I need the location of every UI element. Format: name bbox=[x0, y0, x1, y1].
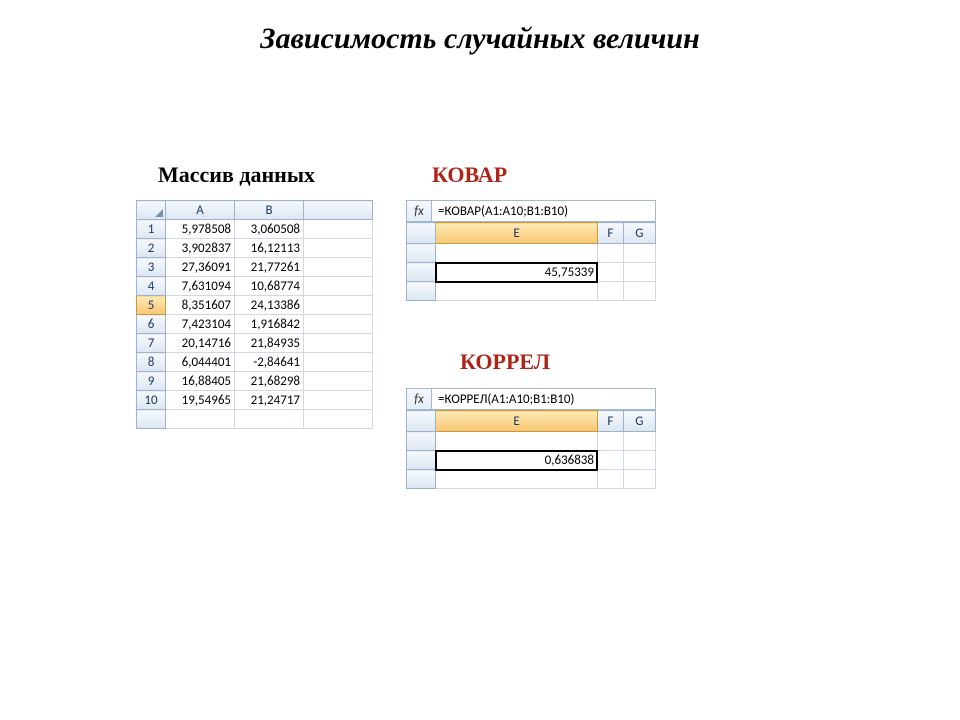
cell-a[interactable]: 7,631094 bbox=[166, 277, 235, 296]
row-header[interactable]: 7 bbox=[137, 334, 166, 353]
table-row: 916,8840521,68298 bbox=[137, 372, 373, 391]
cell-b[interactable]: 24,13386 bbox=[235, 296, 304, 315]
cell-b[interactable]: 21,84935 bbox=[235, 334, 304, 353]
table-row: 720,1471621,84935 bbox=[137, 334, 373, 353]
page-title: Зависимость случайных величин bbox=[0, 22, 960, 56]
row-header[interactable]: 9 bbox=[137, 372, 166, 391]
kovar-sheet: E F G 45,75339 bbox=[406, 222, 656, 301]
col-header-e[interactable]: E bbox=[436, 411, 598, 432]
row-header[interactable]: 4 bbox=[137, 277, 166, 296]
row-header[interactable]: 6 bbox=[137, 315, 166, 334]
formula-bar-kovar: fx =КОВАР(A1:A10;B1:B10) bbox=[406, 200, 656, 222]
formula-input-kovar[interactable]: =КОВАР(A1:A10;B1:B10) bbox=[432, 201, 655, 221]
table-row: 1019,5496521,24717 bbox=[137, 391, 373, 410]
row-header[interactable]: 8 bbox=[137, 353, 166, 372]
cell-a[interactable]: 20,14716 bbox=[166, 334, 235, 353]
row-header[interactable]: 10 bbox=[137, 391, 166, 410]
col-header-g[interactable]: G bbox=[623, 223, 655, 244]
table-row: 23,90283716,12113 bbox=[137, 239, 373, 258]
cell-a[interactable]: 8,351607 bbox=[166, 296, 235, 315]
cell-a[interactable]: 5,978508 bbox=[166, 220, 235, 239]
cell-a[interactable]: 6,044401 bbox=[166, 353, 235, 372]
cell-a[interactable]: 3,902837 bbox=[166, 239, 235, 258]
table-row: 47,63109410,68774 bbox=[137, 277, 373, 296]
row-header-empty bbox=[137, 410, 166, 429]
row-header[interactable]: 3 bbox=[137, 258, 166, 277]
col-header-a[interactable]: A bbox=[166, 201, 235, 220]
cell-b[interactable]: 21,68298 bbox=[235, 372, 304, 391]
korrel-sheet: E F G 0,636838 bbox=[406, 410, 656, 489]
row-header[interactable]: 1 bbox=[137, 220, 166, 239]
cell-b[interactable]: 16,12113 bbox=[235, 239, 304, 258]
formula-input-korrel[interactable]: =КОРРЕЛ(A1:A10;B1:B10) bbox=[432, 389, 655, 409]
cell-b[interactable]: -2,84641 bbox=[235, 353, 304, 372]
row-header[interactable]: 5 bbox=[137, 296, 166, 315]
cell-b[interactable]: 1,916842 bbox=[235, 315, 304, 334]
korrel-result-cell[interactable]: 0,636838 bbox=[436, 451, 598, 470]
cell-a[interactable]: 16,88405 bbox=[166, 372, 235, 391]
table-row: 86,044401-2,84641 bbox=[137, 353, 373, 372]
row-stub bbox=[407, 411, 436, 432]
col-header-g[interactable]: G bbox=[623, 411, 655, 432]
cell-b[interactable]: 21,24717 bbox=[235, 391, 304, 410]
label-data-array: Массив данных bbox=[158, 162, 315, 188]
row-stub bbox=[407, 223, 436, 244]
col-header-e[interactable]: E bbox=[436, 223, 598, 244]
label-kovar: КОВАР bbox=[432, 162, 507, 188]
kovar-result-cell[interactable]: 45,75339 bbox=[436, 263, 598, 282]
col-header-f[interactable]: F bbox=[597, 411, 623, 432]
korrel-block: fx =КОРРЕЛ(A1:A10;B1:B10) E F G 0,636838 bbox=[406, 388, 656, 489]
fx-icon[interactable]: fx bbox=[407, 201, 432, 221]
row-header[interactable]: 2 bbox=[137, 239, 166, 258]
label-korrel: КОРРЕЛ bbox=[460, 349, 550, 375]
cell-b[interactable]: 10,68774 bbox=[235, 277, 304, 296]
formula-bar-korrel: fx =КОРРЕЛ(A1:A10;B1:B10) bbox=[406, 388, 656, 410]
table-row: 15,9785083,060508 bbox=[137, 220, 373, 239]
col-header-b[interactable]: B bbox=[235, 201, 304, 220]
cell-b[interactable]: 21,77261 bbox=[235, 258, 304, 277]
col-header-empty bbox=[304, 201, 373, 220]
table-row: 327,3609121,77261 bbox=[137, 258, 373, 277]
table-row: 67,4231041,916842 bbox=[137, 315, 373, 334]
col-header-f[interactable]: F bbox=[597, 223, 623, 244]
data-spreadsheet: A B 15,9785083,06050823,90283716,1211332… bbox=[136, 200, 373, 429]
table-row: 58,35160724,13386 bbox=[137, 296, 373, 315]
fx-icon[interactable]: fx bbox=[407, 389, 432, 409]
cell-a[interactable]: 7,423104 bbox=[166, 315, 235, 334]
cell-a[interactable]: 27,36091 bbox=[166, 258, 235, 277]
kovar-block: fx =КОВАР(A1:A10;B1:B10) E F G 45,75339 bbox=[406, 200, 656, 301]
select-all-corner[interactable] bbox=[137, 201, 166, 220]
cell-b[interactable]: 3,060508 bbox=[235, 220, 304, 239]
cell-a[interactable]: 19,54965 bbox=[166, 391, 235, 410]
